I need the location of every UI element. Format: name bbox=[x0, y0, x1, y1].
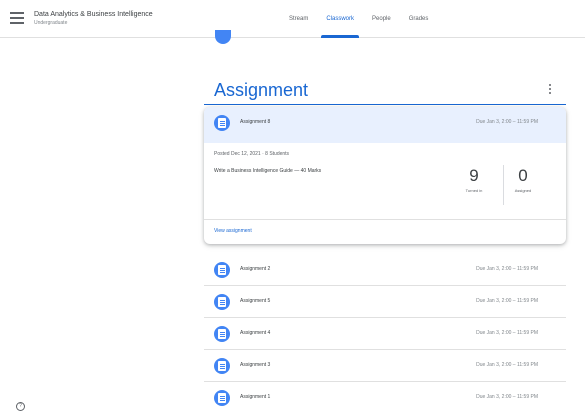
assignment-row[interactable]: Assignment 3 Due Jan 3, 2:00 – 11:59 PM bbox=[204, 350, 566, 382]
assignment-row[interactable]: Assignment 1 Due Jan 3, 2:00 – 11:59 PM bbox=[204, 382, 566, 414]
assignment-icon bbox=[214, 326, 230, 342]
assignment-icon bbox=[214, 262, 230, 278]
turned-in-label: Turned in bbox=[465, 188, 483, 193]
assignment-description: Write a Business Intelligence Guide — 40… bbox=[214, 168, 322, 174]
class-subtitle: Undergraduate bbox=[34, 20, 68, 26]
assignment-icon bbox=[214, 390, 230, 406]
assignment-row-expanded[interactable]: Assignment 8 Due Jan 3, 2:00 – 11:59 PM bbox=[204, 107, 566, 143]
assignment-due-date: Due Jan 3, 2:00 – 11:59 PM bbox=[476, 298, 538, 304]
view-assignment-link[interactable]: View assignment bbox=[214, 228, 252, 234]
assignment-due-date: Due Jan 3, 2:00 – 11:59 PM bbox=[476, 394, 538, 400]
posted-info: Posted Dec 12, 2021 · 8 Students bbox=[214, 151, 290, 157]
assignment-title: Assignment 1 bbox=[240, 394, 271, 400]
assignment-row[interactable]: Assignment 4 Due Jan 3, 2:00 – 11:59 PM bbox=[204, 318, 566, 350]
menu-icon[interactable] bbox=[10, 12, 24, 24]
assignment-icon bbox=[215, 30, 231, 44]
assignment-due-date: Due Jan 3, 2:00 – 11:59 PM bbox=[476, 266, 538, 272]
tab-stream[interactable]: Stream bbox=[280, 0, 317, 38]
help-icon[interactable]: ? bbox=[16, 402, 25, 411]
card-divider bbox=[204, 219, 566, 220]
top-app-bar: Data Analytics & Business Intelligence U… bbox=[0, 0, 585, 38]
assigned-count: 0 bbox=[518, 166, 528, 185]
assigned-label: Assigned bbox=[514, 188, 532, 193]
section-title: Assignment bbox=[214, 80, 309, 100]
assignment-title: Assignment 8 bbox=[240, 119, 271, 125]
assignment-title: Assignment 5 bbox=[240, 298, 271, 304]
assignment-title: Assignment 2 bbox=[240, 266, 271, 272]
assignment-due-date: Due Jan 3, 2:00 – 11:59 PM bbox=[476, 330, 538, 336]
assignment-title: Assignment 3 bbox=[240, 362, 271, 368]
assignment-icon bbox=[214, 358, 230, 374]
more-options-icon[interactable] bbox=[548, 84, 552, 96]
nav-tabs: Stream Classwork People Grades bbox=[280, 0, 437, 38]
assignment-icon bbox=[214, 115, 230, 131]
tab-grades[interactable]: Grades bbox=[400, 0, 438, 38]
tab-people[interactable]: People bbox=[363, 0, 400, 38]
class-title[interactable]: Data Analytics & Business Intelligence bbox=[34, 11, 153, 18]
assignment-due-date: Due Jan 3, 2:00 – 11:59 PM bbox=[476, 119, 538, 125]
section-divider bbox=[204, 104, 566, 105]
assignment-title: Assignment 4 bbox=[240, 330, 271, 336]
assignment-due-date: Due Jan 3, 2:00 – 11:59 PM bbox=[476, 362, 538, 368]
expanded-assignment-card: Assignment 8 Due Jan 3, 2:00 – 11:59 PM … bbox=[204, 107, 566, 244]
assignment-row[interactable]: Assignment 5 Due Jan 3, 2:00 – 11:59 PM bbox=[204, 286, 566, 318]
tab-classwork[interactable]: Classwork bbox=[317, 0, 363, 38]
assignment-icon bbox=[214, 294, 230, 310]
turned-in-stat[interactable]: 9 Turned in bbox=[456, 165, 492, 193]
assigned-stat[interactable]: 0 Assigned bbox=[505, 165, 541, 193]
turned-in-count: 9 bbox=[469, 166, 479, 185]
stat-divider bbox=[503, 165, 504, 205]
assignment-row[interactable]: Assignment 2 Due Jan 3, 2:00 – 11:59 PM bbox=[204, 254, 566, 286]
